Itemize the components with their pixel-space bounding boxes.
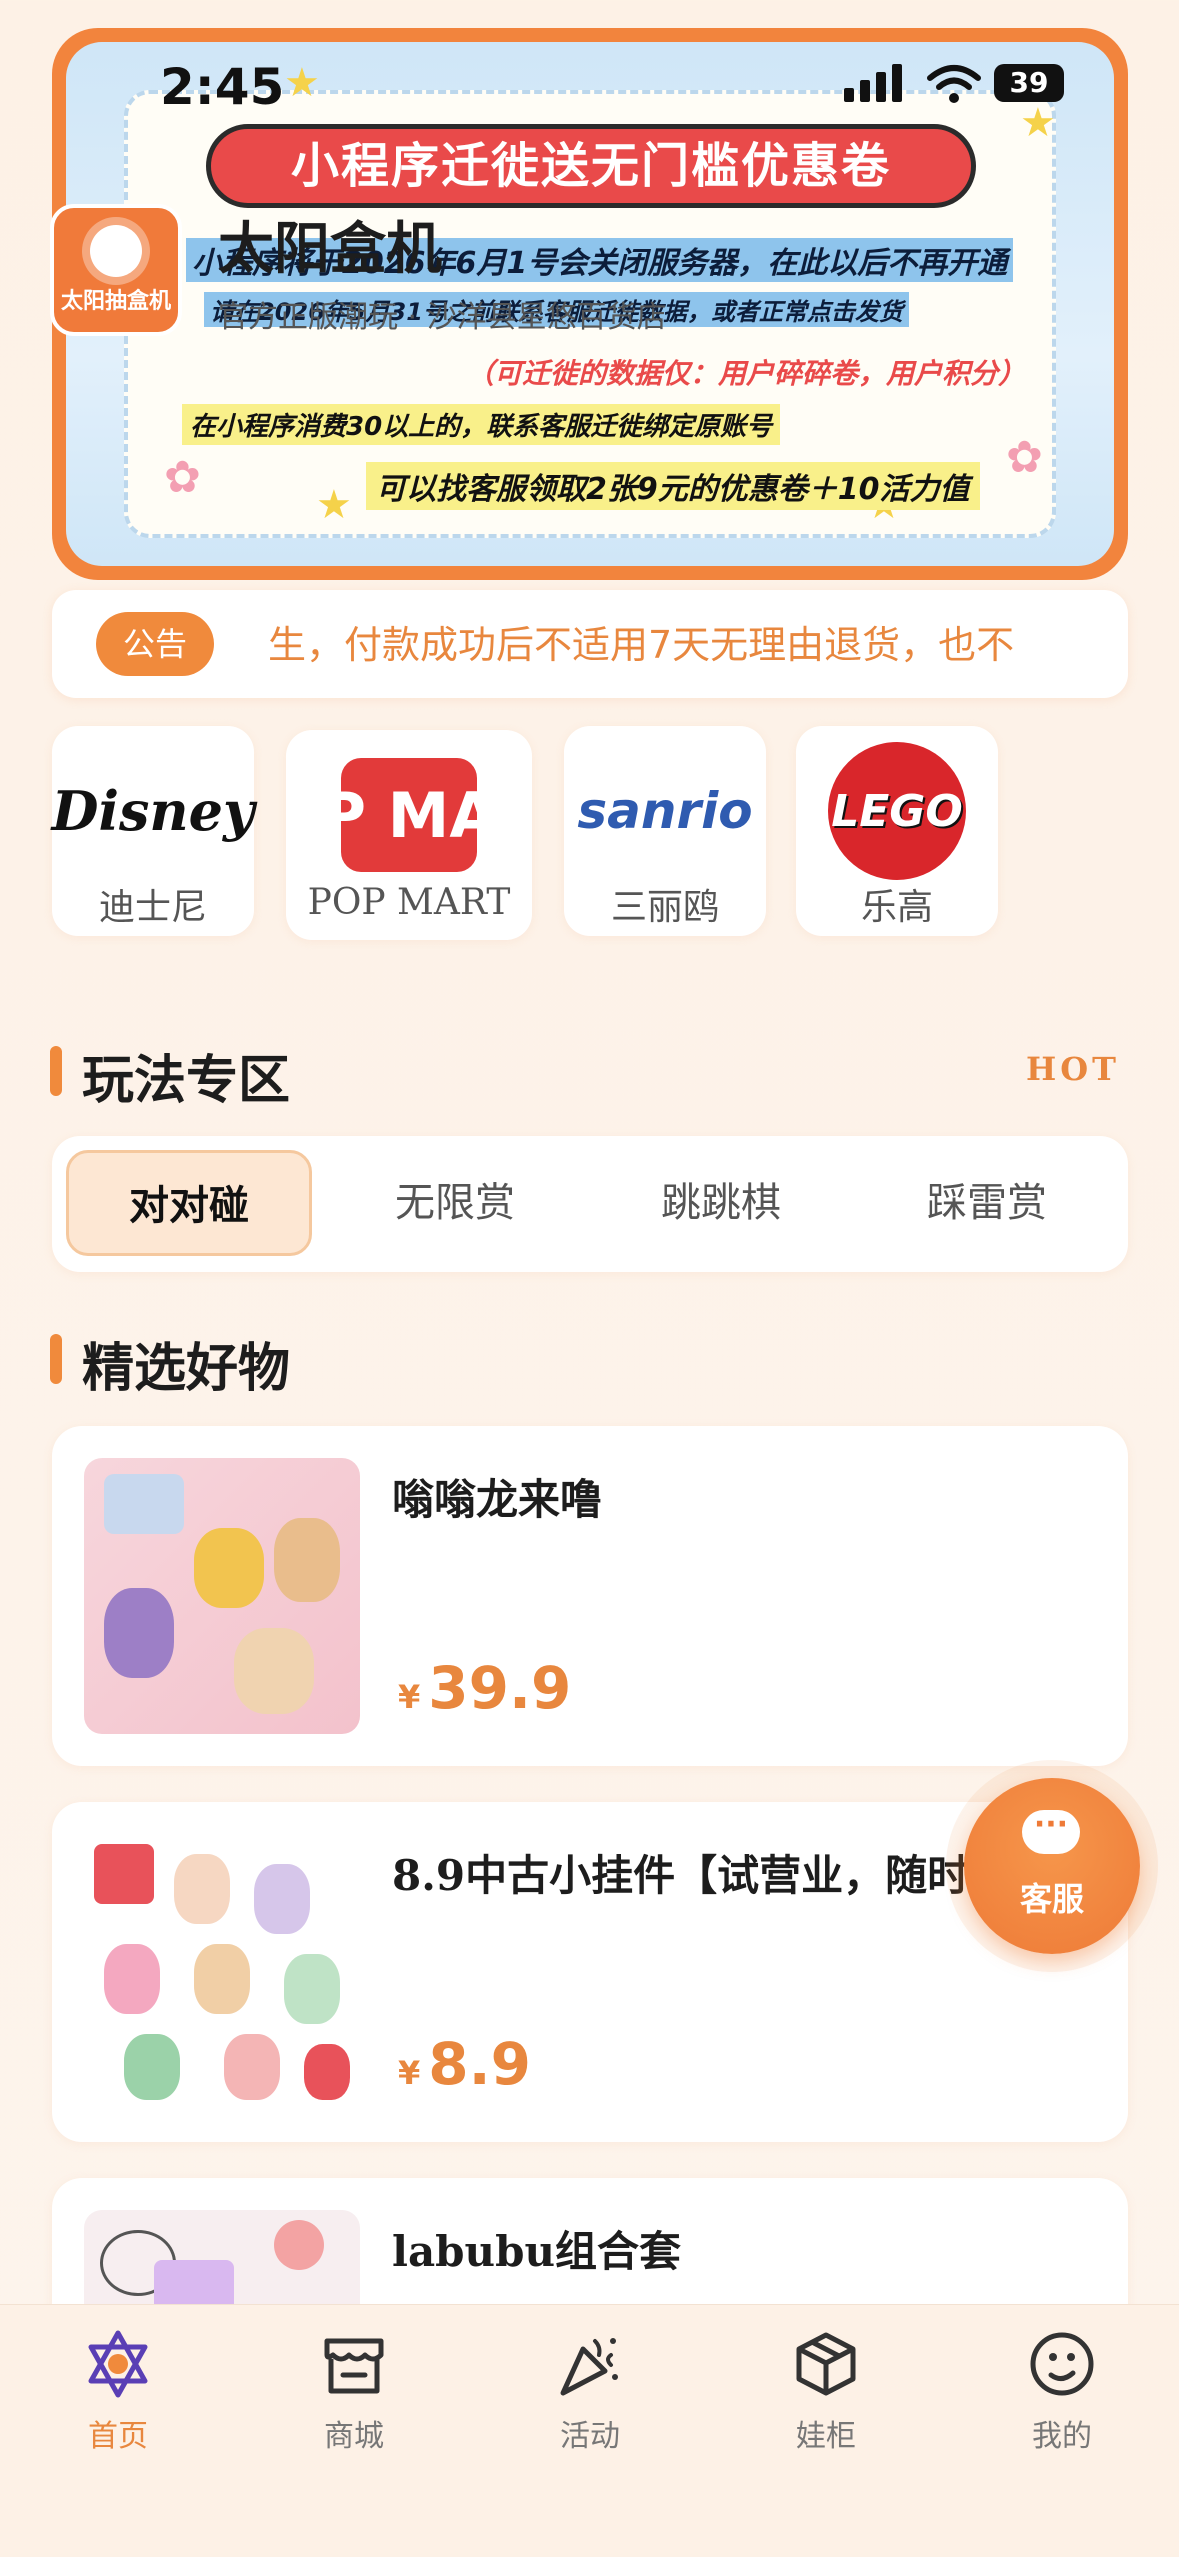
hot-label: HOT [1026, 1050, 1120, 1088]
nav-profile[interactable]: 我的 [944, 2329, 1179, 2455]
brand-disney[interactable]: Disney 迪士尼 [52, 726, 254, 936]
play-tabs: 对对碰 无限赏 跳跳棋 踩雷赏 [52, 1136, 1128, 1272]
banner-title: 小程序迁徙送无门槛优惠卷 [206, 124, 976, 208]
party-icon [560, 2338, 618, 2396]
sanrio-logo: sanrio [577, 782, 753, 840]
brand-label: 乐高 [860, 887, 933, 928]
banner-line: 可以找客服领取2张9元的优惠卷＋10活力值 [366, 462, 980, 510]
nav-label: 首页 [88, 2419, 148, 2454]
product-card[interactable]: 嗡嗡龙来噜 ¥39.9 [52, 1426, 1128, 1766]
picks-section-title: 精选好物 [82, 1339, 291, 1399]
flower-icon: ✿ [1006, 432, 1043, 483]
product-image [84, 1834, 360, 2110]
service-label: 客服 [1019, 1880, 1084, 1918]
status-time: 2:45 [160, 58, 285, 116]
section-accent [50, 1046, 62, 1096]
status-icons: 39 [844, 60, 1084, 108]
brand-sanrio[interactable]: sanrio 三丽鸥 [564, 726, 766, 936]
play-section-title: 玩法专区 [82, 1051, 291, 1111]
section-accent [50, 1334, 62, 1384]
product-name: 嗡嗡龙来噜 [392, 1475, 603, 1524]
tab-duiduipeng[interactable]: 对对碰 [66, 1150, 312, 1256]
notice-bar[interactable]: 公告 生，付款成功后不适用7天无理由退货，也不 [52, 590, 1128, 698]
shop-subtitle: 官方正版潮玩 · 沙洋县星悠百货店 [218, 300, 667, 335]
lego-logo: LEGO [796, 742, 998, 880]
battery-icon: 39 [994, 64, 1064, 102]
nav-activity[interactable]: 活动 [472, 2329, 708, 2455]
chat-bubble-icon: ··· [1022, 1810, 1080, 1854]
sun-icon [90, 225, 142, 277]
shop-name: 太阳盒机 [218, 217, 442, 282]
nav-label: 娃柜 [796, 2419, 856, 2454]
product-price: ¥39.9 [398, 1654, 572, 1722]
disney-logo: Disney [51, 779, 255, 843]
nav-label: 活动 [560, 2419, 620, 2454]
bottom-tab-bar: 首页 商城 活动 娃柜 我的 [0, 2304, 1179, 2557]
banner-line: 在小程序消费30以上的，联系客服迁徙绑定原账号 [182, 404, 781, 445]
cellular-signal-icon [844, 60, 904, 108]
shop-logo-text: 太阳抽盒机 [60, 289, 171, 314]
tab-caileishang[interactable]: 踩雷赏 [864, 1150, 1110, 1256]
notice-badge: 公告 [96, 612, 214, 676]
popmart-logo: P MA [286, 758, 532, 872]
product-name: 8.9中古小挂件【试营业，随时 [392, 1851, 970, 1900]
shop-logo[interactable]: 太阳抽盒机 [50, 204, 182, 336]
profile-icon [1030, 2332, 1094, 2396]
star-icon: ★ [284, 60, 320, 106]
product-name: labubu组合套 [392, 2227, 681, 2276]
brand-popmart[interactable]: P MA POP MART [286, 730, 532, 940]
nav-store[interactable]: 商城 [236, 2329, 472, 2455]
flower-icon: ✿ [164, 452, 201, 503]
tab-tiaotiaoqi[interactable]: 跳跳棋 [598, 1150, 844, 1256]
brand-label: 三丽鸥 [610, 887, 719, 928]
nav-label: 我的 [1032, 2419, 1092, 2454]
nav-home[interactable]: 首页 [0, 2329, 236, 2455]
store-icon [324, 2338, 384, 2394]
notice-text: 生，付款成功后不适用7天无理由退货，也不 [268, 623, 1015, 667]
nav-label: 商城 [324, 2419, 384, 2454]
wifi-icon [927, 65, 981, 103]
customer-service-button[interactable]: ··· 客服 [964, 1778, 1140, 1954]
tab-wuxianshang[interactable]: 无限赏 [332, 1150, 578, 1256]
product-price: ¥8.9 [398, 2030, 532, 2098]
star-icon: ★ [316, 482, 352, 528]
brand-label: POP MART [307, 882, 511, 923]
box-icon [796, 2332, 856, 2396]
nav-cabinet[interactable]: 娃柜 [708, 2329, 944, 2455]
brand-label: 迪士尼 [98, 887, 207, 928]
brand-lego[interactable]: LEGO 乐高 [796, 726, 998, 936]
banner-line: （可迁徙的数据仅：用户碎碎卷，用户积分） [466, 357, 1027, 390]
product-image [84, 1458, 360, 1734]
home-icon [88, 2330, 148, 2398]
